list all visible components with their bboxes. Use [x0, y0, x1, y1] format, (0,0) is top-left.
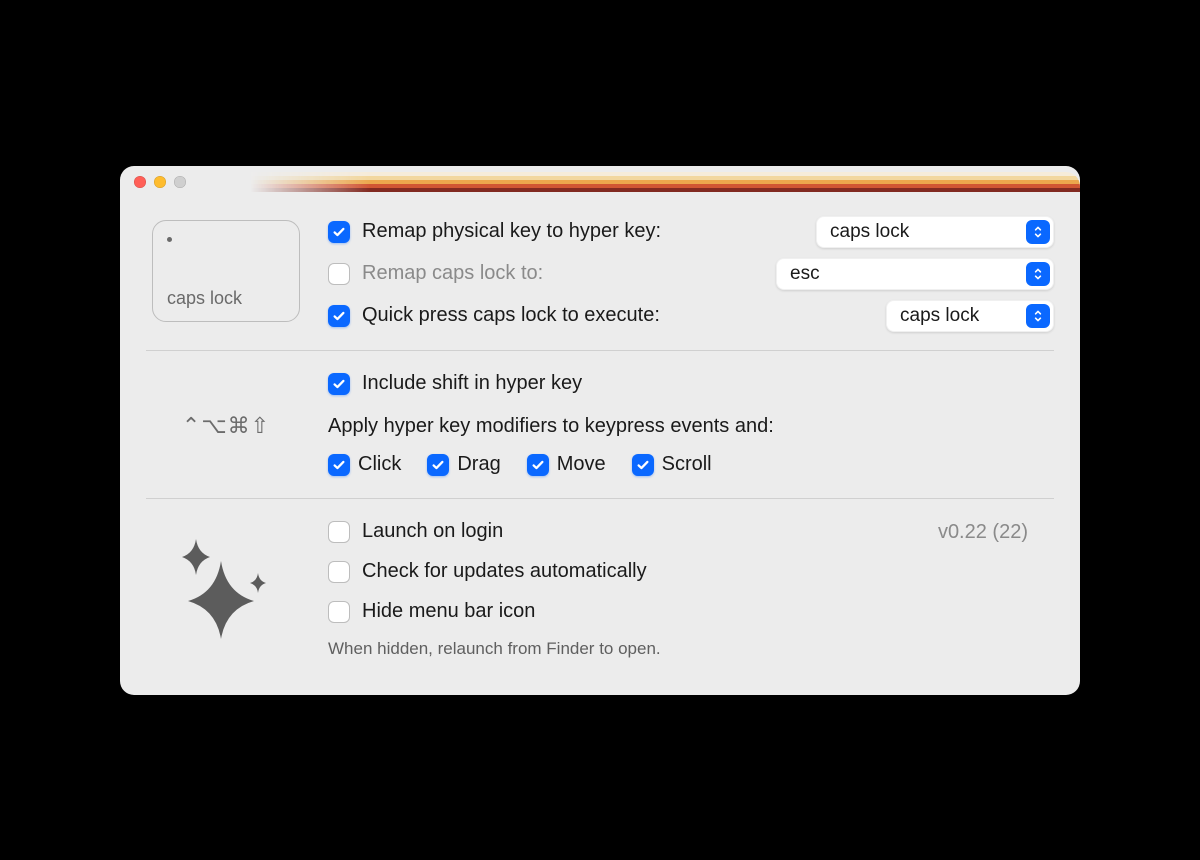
remap-hyper-select[interactable]: caps lock — [816, 216, 1054, 248]
titlebar — [120, 166, 1080, 198]
sparkles-icon — [166, 531, 286, 641]
remap-hyper-value: caps lock — [830, 221, 1018, 243]
event-move: Move — [527, 450, 606, 480]
quick-press-label: Quick press caps lock to execute: — [362, 304, 660, 327]
section-app: v0.22 (22) Launch on login Check for upd… — [146, 498, 1054, 677]
include-shift-checkbox[interactable] — [328, 373, 350, 395]
remap-hyper-label: Remap physical key to hyper key: — [362, 220, 661, 243]
version-label: v0.22 (22) — [938, 521, 1028, 544]
close-window-button[interactable] — [134, 176, 146, 188]
remap-capslock-checkbox[interactable] — [328, 263, 350, 285]
hide-menubar-hint: When hidden, relaunch from Finder to ope… — [328, 639, 1054, 659]
section-modifiers: ⌃⌥⌘⇧ Include shift in hyper key Apply hy… — [146, 350, 1054, 498]
chevron-up-down-icon — [1026, 262, 1050, 286]
chevron-up-down-icon — [1026, 220, 1050, 244]
event-move-label: Move — [557, 453, 606, 476]
titlebar-stripe-decoration — [250, 172, 1080, 192]
remap-hyper-checkbox[interactable] — [328, 221, 350, 243]
hide-menubar-checkbox[interactable] — [328, 601, 350, 623]
keycap-label: caps lock — [167, 288, 242, 309]
remap-capslock-label: Remap caps lock to: — [362, 262, 543, 285]
zoom-window-button[interactable] — [174, 176, 186, 188]
event-drag-label: Drag — [457, 453, 500, 476]
modifier-symbols-icon: ⌃⌥⌘⇧ — [182, 373, 270, 439]
event-drag: Drag — [427, 450, 500, 480]
minimize-window-button[interactable] — [154, 176, 166, 188]
event-checkbox-row: Click Drag Move Scroll — [328, 450, 1054, 480]
launch-on-login-checkbox[interactable] — [328, 521, 350, 543]
check-updates-label: Check for updates automatically — [362, 560, 647, 583]
remap-capslock-select[interactable]: esc — [776, 258, 1054, 290]
apply-modifiers-heading: Apply hyper key modifiers to keypress ev… — [328, 415, 1054, 438]
event-drag-checkbox[interactable] — [427, 454, 449, 476]
section-remap: caps lock Remap physical key to hyper ke… — [146, 206, 1054, 350]
event-click: Click — [328, 450, 401, 480]
event-scroll-label: Scroll — [662, 453, 712, 476]
event-move-checkbox[interactable] — [527, 454, 549, 476]
event-click-checkbox[interactable] — [328, 454, 350, 476]
quick-press-select[interactable]: caps lock — [886, 300, 1054, 332]
check-updates-checkbox[interactable] — [328, 561, 350, 583]
keycap-indicator-dot — [167, 237, 172, 242]
window-controls — [134, 176, 186, 188]
quick-press-checkbox[interactable] — [328, 305, 350, 327]
quick-press-value: caps lock — [900, 305, 1018, 327]
content: caps lock Remap physical key to hyper ke… — [120, 198, 1080, 695]
launch-on-login-label: Launch on login — [362, 520, 503, 543]
include-shift-label: Include shift in hyper key — [362, 372, 582, 395]
event-scroll-checkbox[interactable] — [632, 454, 654, 476]
event-click-label: Click — [358, 453, 401, 476]
keycap-preview: caps lock — [152, 220, 300, 322]
hide-menubar-label: Hide menu bar icon — [362, 600, 535, 623]
remap-capslock-value: esc — [790, 263, 1018, 285]
event-scroll: Scroll — [632, 450, 712, 480]
chevron-up-down-icon — [1026, 304, 1050, 328]
preferences-window: caps lock Remap physical key to hyper ke… — [120, 166, 1080, 695]
